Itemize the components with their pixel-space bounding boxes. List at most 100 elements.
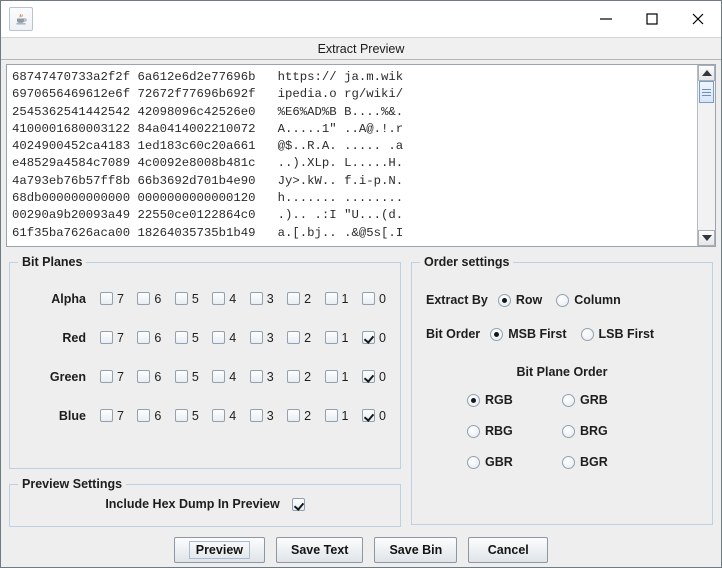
- scrollbar-track[interactable]: [698, 81, 715, 230]
- bit-plane-cell-blue-2[interactable]: 2: [287, 409, 311, 423]
- bit-plane-cell-alpha-6[interactable]: 6: [137, 292, 161, 306]
- save-text-button[interactable]: Save Text: [276, 537, 364, 563]
- save-bin-button[interactable]: Save Bin: [374, 537, 458, 563]
- radio-lsb-first[interactable]: [580, 327, 594, 341]
- checkbox-red-bit-2[interactable]: [287, 331, 301, 344]
- scrollbar-thumb[interactable]: [699, 81, 714, 103]
- checkbox-alpha-bit-6[interactable]: [137, 292, 151, 305]
- bit-order-option-lsb-first[interactable]: LSB First: [580, 327, 654, 341]
- checkbox-alpha-bit-4[interactable]: [212, 292, 226, 305]
- checkbox-blue-bit-5[interactable]: [174, 409, 188, 422]
- checkbox-blue-bit-4[interactable]: [212, 409, 226, 422]
- scroll-up-icon[interactable]: [698, 65, 715, 81]
- checkbox-blue-bit-0[interactable]: [361, 409, 375, 422]
- checkbox-green-bit-4[interactable]: [212, 370, 226, 383]
- checkbox-blue-bit-6[interactable]: [137, 409, 151, 422]
- bit-plane-cell-alpha-4[interactable]: 4: [212, 292, 236, 306]
- bit-plane-cell-red-2[interactable]: 2: [287, 331, 311, 345]
- checkbox-blue-bit-7[interactable]: [100, 409, 113, 422]
- preview-button[interactable]: Preview: [173, 537, 265, 563]
- bit-plane-cell-red-3[interactable]: 3: [249, 331, 274, 345]
- bit-plane-cell-green-1[interactable]: 1: [324, 370, 348, 384]
- vertical-scrollbar[interactable]: [697, 65, 715, 246]
- bit-plane-cell-alpha-0[interactable]: 0: [361, 292, 386, 306]
- bit-plane-cell-red-0[interactable]: 0: [361, 330, 386, 345]
- bit-plane-cell-alpha-7[interactable]: 7: [100, 292, 124, 306]
- radio-row[interactable]: [497, 293, 511, 307]
- checkbox-green-bit-3[interactable]: [249, 370, 263, 383]
- radio-grb[interactable]: [562, 393, 575, 407]
- bit-plane-cell-green-5[interactable]: 5: [174, 370, 199, 384]
- include-hex-dump-checkbox[interactable]: [291, 497, 305, 511]
- checkbox-blue-bit-3[interactable]: [249, 409, 263, 422]
- bit-plane-cell-green-2[interactable]: 2: [287, 370, 311, 384]
- bit-plane-order-option-bgr[interactable]: BGR: [562, 455, 657, 469]
- checkbox-red-bit-5[interactable]: [174, 331, 188, 344]
- checkbox-red-bit-3[interactable]: [249, 331, 263, 344]
- checkbox-blue-bit-1[interactable]: [324, 409, 338, 422]
- bit-plane-cell-red-1[interactable]: 1: [324, 331, 348, 345]
- checkbox-red-bit-4[interactable]: [212, 331, 226, 344]
- checkbox-alpha-bit-7[interactable]: [100, 292, 113, 305]
- bit-number-label: 0: [378, 330, 386, 345]
- bit-plane-order-option-rgb[interactable]: RGB: [467, 393, 562, 407]
- cancel-button[interactable]: Cancel: [468, 537, 549, 563]
- checkbox-red-bit-0[interactable]: [361, 331, 375, 344]
- radio-rgb[interactable]: [467, 393, 480, 407]
- bit-plane-cell-blue-0[interactable]: 0: [361, 409, 386, 423]
- checkbox-alpha-bit-0[interactable]: [361, 292, 375, 305]
- bit-plane-cell-blue-3[interactable]: 3: [249, 409, 274, 423]
- extract-by-option-row[interactable]: Row: [497, 293, 542, 307]
- radio-brg[interactable]: [562, 424, 575, 438]
- hex-dump-content[interactable]: 68747470733a2f2f 6a612e6d2e77696b https:…: [7, 65, 697, 246]
- bit-plane-order-option-brg[interactable]: BRG: [562, 424, 657, 438]
- extract-by-option-column[interactable]: Column: [556, 293, 621, 307]
- hex-dump-textarea[interactable]: 68747470733a2f2f 6a612e6d2e77696b https:…: [6, 64, 716, 247]
- checkbox-green-bit-7[interactable]: [100, 370, 113, 383]
- bit-plane-cell-green-4[interactable]: 4: [212, 370, 236, 384]
- radio-rbg[interactable]: [467, 424, 480, 438]
- bit-plane-cell-blue-6[interactable]: 6: [137, 409, 161, 423]
- bit-plane-cell-red-5[interactable]: 5: [174, 331, 199, 345]
- bit-plane-cell-green-7[interactable]: 7: [100, 370, 124, 384]
- bit-order-option-msb-first[interactable]: MSB First: [490, 327, 567, 341]
- checkbox-red-bit-1[interactable]: [324, 331, 338, 344]
- checkbox-blue-bit-2[interactable]: [287, 409, 301, 422]
- checkbox-alpha-bit-2[interactable]: [287, 292, 301, 305]
- bit-plane-order-option-gbr[interactable]: GBR: [467, 455, 562, 469]
- checkbox-green-bit-5[interactable]: [174, 370, 188, 383]
- close-button[interactable]: [675, 2, 721, 36]
- radio-msb-first[interactable]: [490, 327, 504, 341]
- checkbox-red-bit-7[interactable]: [100, 331, 113, 344]
- bit-plane-cell-alpha-2[interactable]: 2: [287, 292, 311, 306]
- bit-plane-cell-alpha-5[interactable]: 5: [174, 292, 199, 306]
- checkbox-alpha-bit-3[interactable]: [249, 292, 263, 305]
- bit-plane-cell-red-4[interactable]: 4: [212, 331, 236, 345]
- radio-bgr[interactable]: [562, 455, 575, 469]
- bit-plane-cell-green-0[interactable]: 0: [361, 370, 386, 384]
- checkbox-green-bit-2[interactable]: [287, 370, 301, 383]
- radio-column[interactable]: [556, 293, 570, 307]
- bit-plane-cell-alpha-1[interactable]: 1: [324, 292, 348, 306]
- bit-plane-cell-red-6[interactable]: 6: [137, 331, 161, 345]
- checkbox-green-bit-1[interactable]: [324, 370, 338, 383]
- minimize-button[interactable]: [583, 2, 629, 36]
- bit-plane-cell-red-7[interactable]: 7: [100, 331, 124, 345]
- radio-gbr[interactable]: [467, 455, 480, 469]
- scroll-down-icon[interactable]: [698, 230, 715, 246]
- bit-plane-order-option-rbg[interactable]: RBG: [467, 424, 562, 438]
- bit-plane-cell-blue-1[interactable]: 1: [324, 409, 348, 423]
- bit-plane-order-option-grb[interactable]: GRB: [562, 393, 657, 407]
- checkbox-green-bit-6[interactable]: [137, 370, 151, 383]
- bit-plane-cell-blue-7[interactable]: 7: [100, 409, 124, 423]
- bit-plane-cell-green-6[interactable]: 6: [137, 370, 161, 384]
- bit-plane-cell-alpha-3[interactable]: 3: [249, 292, 274, 306]
- checkbox-green-bit-0[interactable]: [361, 370, 375, 383]
- checkbox-red-bit-6[interactable]: [137, 331, 151, 344]
- maximize-button[interactable]: [629, 2, 675, 36]
- bit-plane-cell-blue-5[interactable]: 5: [174, 409, 199, 423]
- bit-plane-cell-green-3[interactable]: 3: [249, 370, 274, 384]
- bit-plane-cell-blue-4[interactable]: 4: [212, 409, 236, 423]
- checkbox-alpha-bit-5[interactable]: [174, 292, 188, 305]
- checkbox-alpha-bit-1[interactable]: [324, 292, 338, 305]
